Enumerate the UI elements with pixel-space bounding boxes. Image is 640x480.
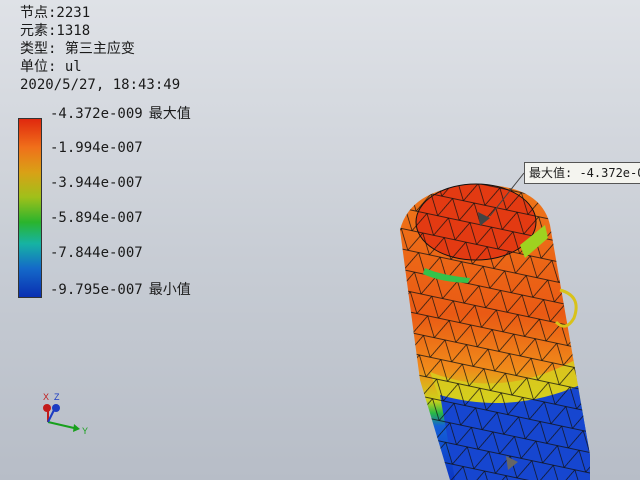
axis-triad[interactable]: X Z Y: [30, 392, 100, 447]
axis-z-label: Z: [54, 392, 60, 402]
axis-y-label: Y: [82, 426, 88, 436]
max-value-callout: 最大值: -4.372e-0: [524, 162, 640, 184]
axis-x-label: X: [43, 392, 49, 402]
cylinder-top-face-mesh: [416, 184, 536, 260]
